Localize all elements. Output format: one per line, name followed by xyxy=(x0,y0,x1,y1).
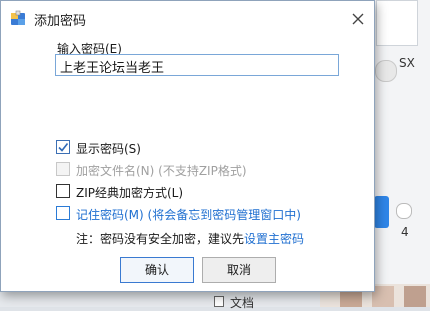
set-master-password-link[interactable]: 设置主密码 xyxy=(244,232,304,246)
checkmark-icon xyxy=(58,143,69,152)
encrypt-filenames-label: 加密文件名(N) (不支持ZIP格式) xyxy=(76,164,247,178)
remember-password-label[interactable]: 记住密码(M) (将会备忘到密码管理窗口中) xyxy=(76,206,301,223)
security-note-text: 注：密码没有安全加密，建议先 xyxy=(76,232,245,246)
dialog-titlebar: 添加密码 xyxy=(1,1,374,35)
dialog-title: 添加密码 xyxy=(34,14,87,29)
archive-app-icon xyxy=(10,10,26,26)
background-label-wendang: 文档 xyxy=(230,296,255,310)
zip-classic-checkbox[interactable] xyxy=(56,184,70,198)
background-doc-icon xyxy=(214,296,224,307)
confirm-button[interactable]: 确认 xyxy=(120,257,194,283)
cancel-button[interactable]: 取消 xyxy=(202,257,276,283)
background-panel-top-right xyxy=(376,0,418,46)
background-thumb-3 xyxy=(404,286,426,307)
background-thumb-2 xyxy=(372,286,394,307)
add-password-dialog: 添加密码 输入密码(E) 上老王论坛当老王 显示密码(S) 加密文件名(N) (… xyxy=(0,0,375,292)
close-icon[interactable] xyxy=(347,8,369,30)
background-blue-button[interactable] xyxy=(374,196,389,228)
background-label-4: 4 xyxy=(401,225,409,239)
background-expand-button[interactable] xyxy=(375,60,397,82)
show-password-checkbox[interactable] xyxy=(56,140,70,154)
encrypt-filenames-checkbox xyxy=(56,162,70,176)
background-window-right xyxy=(373,0,430,307)
zip-classic-label[interactable]: ZIP经典加密方式(L) xyxy=(76,184,183,201)
show-password-label[interactable]: 显示密码(S) xyxy=(76,140,141,157)
password-input[interactable]: 上老王论坛当老王 xyxy=(55,54,339,76)
background-scroll-arrow[interactable] xyxy=(396,203,412,219)
security-note: 注：密码没有安全加密，建议先设置主密码 xyxy=(76,230,304,247)
remember-password-checkbox[interactable] xyxy=(56,206,70,220)
background-label-sx: SX xyxy=(399,56,415,70)
